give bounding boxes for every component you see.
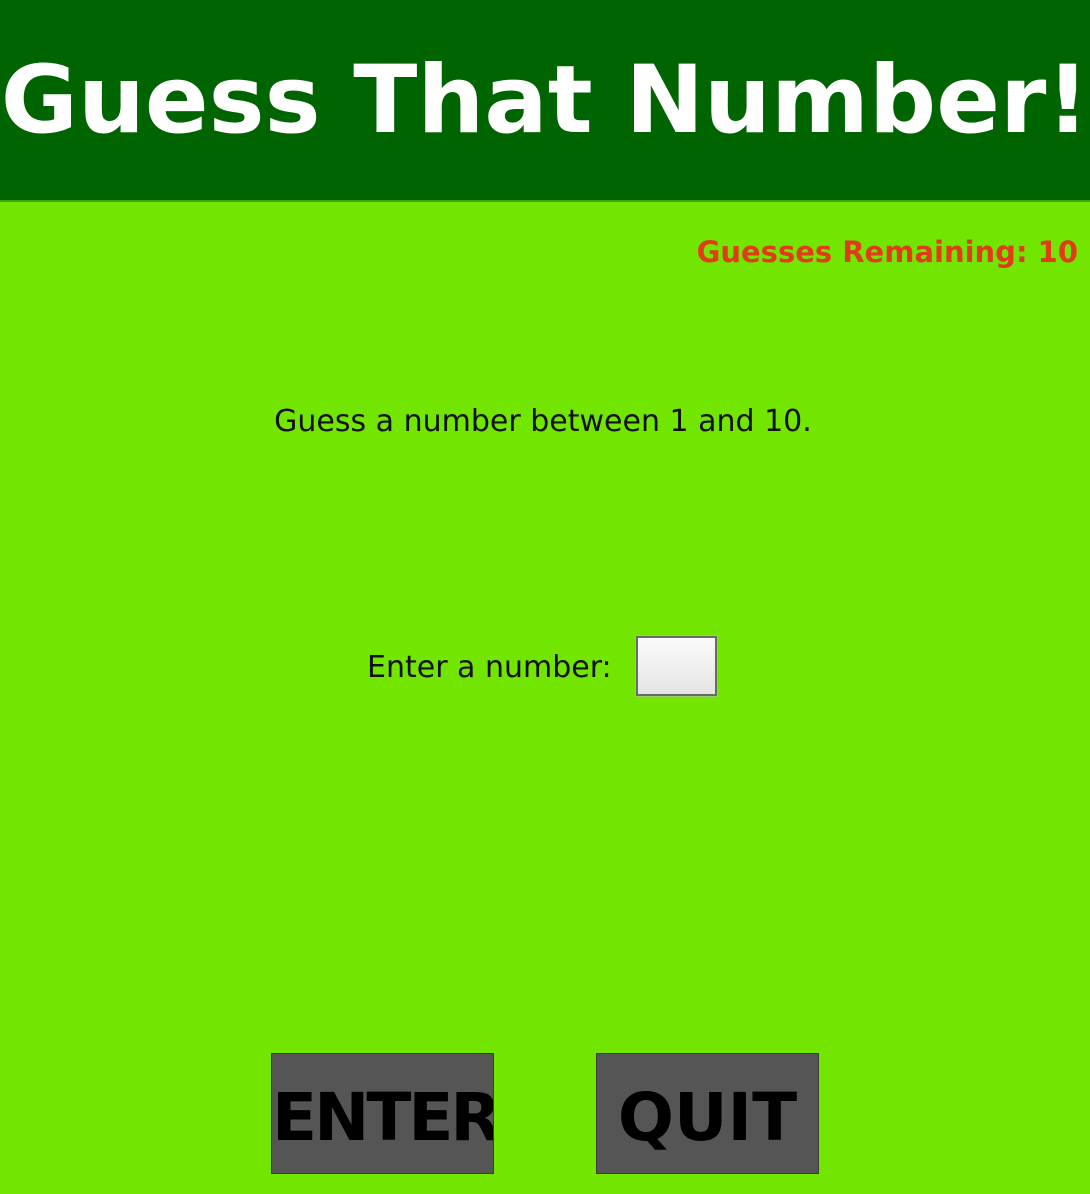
guess-prompt: Guess a number between 1 and 10. [274, 404, 812, 439]
number-input-label: Enter a number: [367, 650, 612, 685]
quit-button[interactable]: QUIT [596, 1053, 819, 1174]
app-header: Guess That Number! [0, 0, 1090, 202]
guesses-remaining-counter: Guesses Remaining: 10 [696, 235, 1078, 269]
number-input[interactable] [636, 636, 717, 696]
app-title: Guess That Number! [0, 46, 1090, 155]
enter-button[interactable]: ENTER [271, 1053, 494, 1174]
